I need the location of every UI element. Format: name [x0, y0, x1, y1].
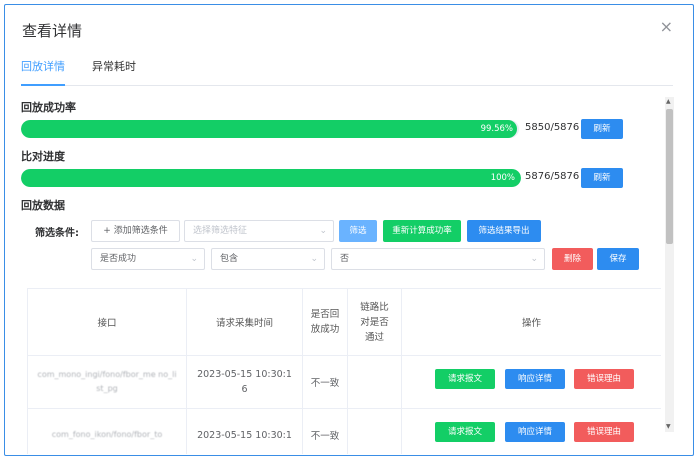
progress-percent: 100% — [490, 173, 515, 183]
error-reason-button[interactable]: 错误理由 — [574, 369, 634, 389]
condition-operator-select[interactable]: 包含 ⌄ — [211, 248, 325, 270]
tab-bar: 回放详情 异常耗时 — [21, 60, 673, 86]
actions-cell: 请求报文 响应详情 错误理由 — [401, 355, 661, 409]
actions-cell: 请求报文 响应详情 错误理由 — [401, 408, 661, 454]
refresh-button[interactable]: 刷新 — [581, 119, 623, 139]
header-text: 是否回放成功 — [310, 309, 340, 335]
compare-progress-bar: 100% — [21, 169, 521, 187]
success-cell: 不一致 — [302, 355, 348, 409]
chevron-down-icon: ⌄ — [530, 254, 538, 264]
response-detail-button[interactable]: 响应详情 — [505, 369, 565, 389]
api-path: com_mono_ingi/fono/fbor_me no_list_pg — [37, 370, 177, 393]
link-check-cell — [347, 408, 402, 454]
condition-value-value: 否 — [340, 254, 350, 264]
refresh-button[interactable]: 刷新 — [581, 168, 623, 188]
header-text: 链路比对是否通过 — [360, 301, 389, 343]
delete-condition-button[interactable]: 删除 — [552, 248, 593, 270]
add-filter-button[interactable]: + 添加筛选条件 — [91, 220, 180, 242]
column-header-success: 是否回放成功 — [302, 288, 348, 356]
tab-label: 异常耗时 — [92, 60, 136, 73]
table-row: com_fono_ikon/fono/fbor_to 2023-05-15 10… — [27, 408, 661, 454]
recalculate-success-button[interactable]: 重新计算成功率 — [383, 220, 461, 242]
time-cell: 2023-05-15 10:30:16 — [186, 355, 303, 409]
export-results-button[interactable]: 筛选结果导出 — [467, 220, 541, 242]
feature-select-placeholder: 选择筛选特征 — [193, 226, 248, 236]
feature-select[interactable]: 选择筛选特征 ⌄ — [184, 220, 334, 242]
compare-progress-label: 比对进度 — [21, 150, 65, 163]
progress-fill — [21, 120, 517, 138]
condition-value-select[interactable]: 否 ⌄ — [331, 248, 545, 270]
chevron-down-icon: ⌄ — [310, 254, 318, 264]
dialog-content: 回放成功率 99.56% 5850/5876 刷新 比对进度 100% 5876… — [21, 92, 661, 454]
request-message-button[interactable]: 请求报文 — [435, 422, 495, 442]
replay-success-label: 回放成功率 — [21, 101, 76, 114]
scrollbar-thumb[interactable] — [666, 109, 673, 244]
tab-label: 回放详情 — [21, 60, 65, 73]
link-check-cell — [347, 355, 402, 409]
table-row: com_mono_ingi/fono/fbor_me no_list_pg 20… — [27, 355, 661, 409]
response-detail-button[interactable]: 响应详情 — [505, 422, 565, 442]
progress-fill — [21, 169, 521, 187]
chevron-down-icon: ⌄ — [319, 226, 327, 236]
replay-success-progress: 99.56% — [21, 120, 519, 138]
replay-data-label: 回放数据 — [21, 199, 65, 212]
column-header-time: 请求采集时间 — [186, 288, 303, 356]
api-path: com_fono_ikon/fono/fbor_to — [51, 430, 163, 439]
column-header-actions: 操作 — [401, 288, 661, 356]
condition-operator-value: 包含 — [220, 254, 239, 264]
api-cell: com_fono_ikon/fono/fbor_to — [27, 408, 187, 454]
close-icon[interactable]: × — [660, 19, 673, 35]
scroll-down-arrow-icon[interactable]: ▼ — [666, 424, 671, 430]
column-header-link-check: 链路比对是否通过 — [347, 288, 402, 356]
detail-dialog: 查看详情 × 回放详情 异常耗时 回放成功率 99.56% 5850/5876 … — [4, 4, 694, 456]
chevron-down-icon: ⌄ — [190, 254, 198, 264]
success-cell: 不一致 — [302, 408, 348, 454]
tab-active-indicator — [21, 84, 65, 86]
collect-time: 2023-05-15 10:30:16 — [197, 369, 292, 395]
condition-field-select[interactable]: 是否成功 ⌄ — [91, 248, 205, 270]
tab-abnormal-latency[interactable]: 异常耗时 — [92, 60, 136, 85]
vertical-scrollbar[interactable]: ▲ ▼ — [665, 97, 674, 432]
time-cell: 2023-05-15 10:30:1 — [186, 408, 303, 454]
request-message-button[interactable]: 请求报文 — [435, 369, 495, 389]
filter-button[interactable]: 筛选 — [339, 220, 377, 242]
api-cell: com_mono_ingi/fono/fbor_me no_list_pg — [27, 355, 187, 409]
scroll-up-arrow-icon[interactable]: ▲ — [666, 99, 671, 105]
condition-field-value: 是否成功 — [100, 254, 137, 264]
compare-progress-count: 5876/5876 — [525, 171, 580, 182]
progress-percent: 99.56% — [480, 124, 513, 134]
tab-replay-detail[interactable]: 回放详情 — [21, 60, 65, 86]
replay-data-table: 接口 请求采集时间 是否回放成功 链路比对是否通过 操作 com_mono_in… — [27, 288, 661, 454]
replay-success-count: 5850/5876 — [525, 122, 580, 133]
collect-time: 2023-05-15 10:30:1 — [197, 429, 292, 441]
column-header-api: 接口 — [27, 288, 187, 356]
filter-conditions-label: 筛选条件: — [35, 228, 79, 239]
dialog-title: 查看详情 — [22, 22, 83, 40]
table-header-row: 接口 请求采集时间 是否回放成功 链路比对是否通过 操作 — [27, 288, 661, 356]
error-reason-button[interactable]: 错误理由 — [574, 422, 634, 442]
save-condition-button[interactable]: 保存 — [597, 248, 639, 270]
